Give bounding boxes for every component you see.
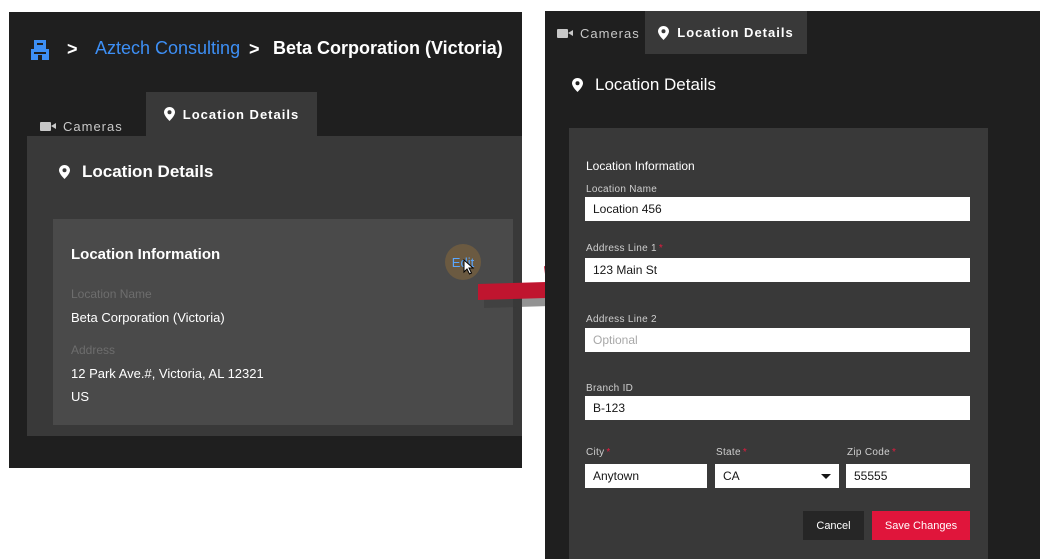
map-pin-icon: [163, 107, 175, 121]
zip-code-field[interactable]: 55555: [846, 464, 970, 488]
address-line2-value: US: [71, 389, 90, 404]
tab-location-details[interactable]: Location Details: [645, 11, 807, 54]
required-marker: *: [606, 447, 611, 458]
location-name-value: Beta Corporation (Victoria): [71, 310, 225, 325]
breadcrumb-separator: >: [249, 39, 260, 59]
tab-label: Location Details: [182, 106, 300, 122]
address-line1-value: 12 Park Ave.#, Victoria, AL 12321: [71, 366, 264, 381]
form-title: Location Information: [586, 159, 695, 173]
section-heading: Location Details: [59, 162, 213, 182]
location-information-form: Location Information Location Name Locat…: [569, 128, 988, 559]
location-name-label: Location Name: [71, 287, 152, 301]
map-pin-icon: [658, 25, 670, 40]
tab-label: Cameras: [580, 25, 640, 41]
section-title: Location Details: [82, 162, 214, 181]
state-label: State *: [716, 447, 748, 458]
camera-icon: [557, 28, 573, 38]
right-screenshot-panel: Cameras Location Details Location Detail…: [545, 11, 1040, 559]
city-label: City *: [586, 447, 611, 458]
required-marker: *: [891, 447, 897, 458]
address-line1-label: Address Line 1 *: [586, 243, 664, 254]
mouse-cursor-icon: [463, 259, 475, 275]
tab-cameras[interactable]: Cameras: [557, 23, 640, 43]
breadcrumb-parent-link[interactable]: Aztech Consulting: [95, 38, 240, 59]
tab-label: Cameras: [63, 118, 123, 134]
address-line2-field[interactable]: Optional: [585, 328, 970, 352]
required-marker: *: [658, 243, 664, 254]
city-field[interactable]: Anytown: [585, 464, 707, 488]
map-pin-icon: [572, 78, 583, 92]
save-changes-button[interactable]: Save Changes: [872, 511, 970, 540]
location-name-label: Location Name: [586, 184, 658, 195]
address-line1-field[interactable]: 123 Main St: [585, 258, 970, 282]
section-title: Location Details: [595, 75, 716, 94]
address-line2-label: Address Line 2: [586, 314, 657, 325]
tab-location-details[interactable]: Location Details: [146, 92, 317, 136]
branch-id-label: Branch ID: [586, 383, 634, 394]
left-screenshot-panel: > Aztech Consulting > Beta Corporation (…: [9, 12, 522, 468]
cancel-button[interactable]: Cancel: [803, 511, 864, 540]
card-title: Location Information: [71, 246, 221, 263]
zip-code-label: Zip Code *: [847, 447, 897, 458]
address-line2-placeholder: Optional: [593, 333, 638, 347]
chevron-down-icon: [821, 473, 831, 479]
state-select[interactable]: CA: [715, 464, 839, 488]
map-pin-icon: [59, 165, 70, 179]
breadcrumb-separator: >: [67, 39, 78, 59]
section-heading: Location Details: [572, 75, 716, 95]
tab-label: Location Details: [677, 25, 794, 40]
breadcrumb-current: Beta Corporation (Victoria): [273, 38, 503, 58]
camera-icon: [40, 121, 56, 131]
location-details-content: Location Details Location Information Ed…: [27, 136, 522, 436]
branch-id-field[interactable]: B-123: [585, 396, 970, 420]
location-information-card: Location Information Edit Location Name …: [53, 219, 513, 425]
building-icon: [31, 40, 49, 60]
location-name-field[interactable]: Location 456: [585, 197, 970, 221]
address-label: Address: [71, 343, 116, 357]
required-marker: *: [742, 447, 748, 458]
